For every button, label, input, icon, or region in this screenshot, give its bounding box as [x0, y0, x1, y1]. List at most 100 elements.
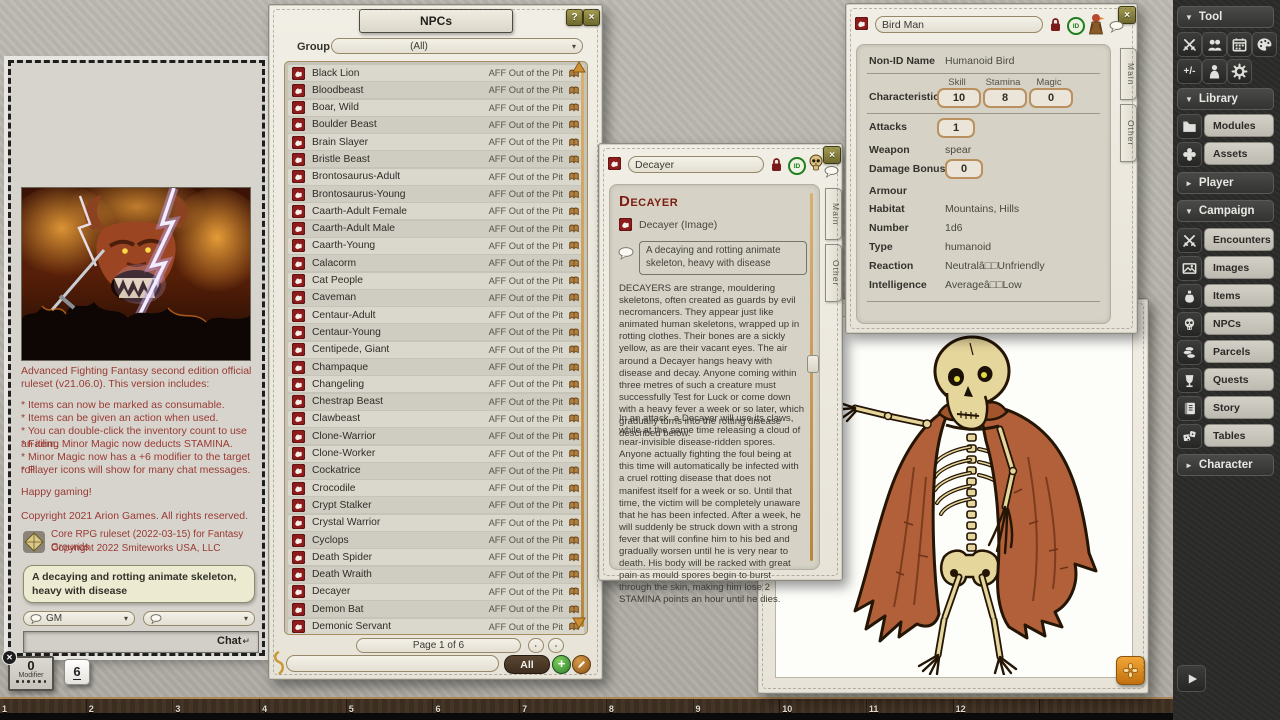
sidebar-item-tables[interactable]: Tables	[1204, 424, 1274, 447]
decayer-record-window[interactable]: × Decayer ID Decayer Decayer (Image) A d…	[598, 143, 843, 581]
sidebar-section-player[interactable]: ► Player	[1177, 172, 1274, 194]
npc-list-item[interactable]: Clone-Worker AFF Out of the Pit	[288, 446, 584, 462]
attacks-value[interactable]: 1	[937, 118, 975, 138]
npc-list-item[interactable]: Black Lion AFF Out of the Pit	[288, 65, 584, 81]
assets-icon-button[interactable]	[1177, 142, 1202, 167]
colors-button[interactable]	[1252, 32, 1277, 57]
module-book-icon[interactable]	[568, 535, 580, 546]
window-title[interactable]: NPCs	[359, 9, 513, 33]
npc-list[interactable]: Black Lion AFF Out of the Pit Bloodbeast…	[284, 61, 588, 635]
effects-button[interactable]	[1202, 59, 1227, 84]
module-book-icon[interactable]	[568, 189, 580, 200]
tokens-button[interactable]	[1177, 32, 1202, 57]
npc-list-item[interactable]: Chestrap Beast AFF Out of the Pit	[288, 394, 584, 410]
sidebar-item-encounters[interactable]: Encounters	[1204, 228, 1274, 251]
linked-record-icon[interactable]	[619, 218, 632, 231]
hotkey-slot[interactable]: 4	[260, 699, 347, 713]
birdman-record-window[interactable]: × Bird Man ID Non-ID Name Humanoid Bird …	[845, 3, 1138, 334]
module-book-icon[interactable]	[568, 240, 580, 251]
sidebar-item-story[interactable]: Story	[1204, 396, 1274, 419]
speech-bubble-icon[interactable]	[1109, 21, 1124, 33]
npc-list-item[interactable]: Boulder Beast AFF Out of the Pit	[288, 117, 584, 133]
module-book-icon[interactable]	[568, 396, 580, 407]
sidebar-item-modules[interactable]: Modules	[1204, 114, 1274, 137]
hotkey-slot[interactable]: 2	[87, 699, 174, 713]
npc-list-item[interactable]: Crocodile AFF Out of the Pit	[288, 480, 584, 496]
module-book-icon[interactable]	[568, 465, 580, 476]
module-book-icon[interactable]	[568, 517, 580, 528]
module-book-icon[interactable]	[568, 448, 580, 459]
npc-list-item[interactable]: Centaur-Adult AFF Out of the Pit	[288, 307, 584, 323]
module-book-icon[interactable]	[568, 292, 580, 303]
npc-list-item[interactable]: Brontosaurus-Adult AFF Out of the Pit	[288, 169, 584, 185]
npc-list-item[interactable]: Death Wraith AFF Out of the Pit	[288, 567, 584, 583]
module-book-icon[interactable]	[568, 552, 580, 563]
tables-icon-button[interactable]	[1177, 424, 1202, 449]
module-book-icon[interactable]	[568, 500, 580, 511]
sidebar-section-character[interactable]: ► Character	[1177, 454, 1274, 476]
npc-list-item[interactable]: Death Spider AFF Out of the Pit	[288, 549, 584, 565]
npc-list-item[interactable]: Caarth-Adult Male AFF Out of the Pit	[288, 221, 584, 237]
skull-portrait-icon[interactable]	[808, 154, 824, 173]
sheet-scrollbar[interactable]	[810, 193, 813, 561]
sidebar-item-assets[interactable]: Assets	[1204, 142, 1274, 165]
hotkey-bar[interactable]: 123456789101112	[0, 697, 1280, 713]
party-sheet-button[interactable]	[1202, 32, 1227, 57]
npc-list-item[interactable]: Bristle Beast AFF Out of the Pit	[288, 151, 584, 167]
npc-list-item[interactable]: Boar, Wild AFF Out of the Pit	[288, 100, 584, 116]
weapon-value[interactable]: spear	[945, 144, 971, 156]
npc-list-scrollbar[interactable]	[581, 67, 584, 627]
d6-die[interactable]: 6	[64, 659, 90, 685]
npc-search-input[interactable]	[286, 655, 499, 672]
encounters-icon-button[interactable]	[1177, 228, 1202, 253]
npc-list-item[interactable]: Clawbeast AFF Out of the Pit	[288, 411, 584, 427]
hotkey-slot[interactable]: 1	[0, 699, 87, 713]
help-button[interactable]: ?	[566, 9, 583, 26]
speaker-dropdown[interactable]: GM ▾	[23, 611, 135, 626]
play-button[interactable]	[1177, 665, 1206, 692]
npc-list-item[interactable]: Brontosaurus-Young AFF Out of the Pit	[288, 186, 584, 202]
npc-list-item[interactable]: Caarth-Adult Female AFF Out of the Pit	[288, 203, 584, 219]
npc-list-item[interactable]: Centaur-Young AFF Out of the Pit	[288, 324, 584, 340]
module-book-icon[interactable]	[568, 379, 580, 390]
parcels-icon-button[interactable]	[1177, 340, 1202, 365]
npc-list-item[interactable]: Crypt Stalker AFF Out of the Pit	[288, 497, 584, 513]
hotkey-slot[interactable]: 3	[173, 699, 260, 713]
npc-list-item[interactable]: Cat People AFF Out of the Pit	[288, 273, 584, 289]
sidebar-item-images[interactable]: Images	[1204, 256, 1274, 279]
module-book-icon[interactable]	[568, 310, 580, 321]
module-book-icon[interactable]	[568, 154, 580, 165]
hotkey-slot[interactable]: 8	[607, 699, 694, 713]
modifier-clear-button[interactable]: ✕	[2, 650, 17, 665]
module-book-icon[interactable]	[568, 569, 580, 580]
close-button[interactable]: ×	[583, 9, 600, 26]
npc-list-item[interactable]: Centipede, Giant AFF Out of the Pit	[288, 342, 584, 358]
skill-value[interactable]: 10	[937, 88, 981, 108]
scroll-up-arrow-icon[interactable]	[572, 61, 586, 73]
image-fit-button[interactable]	[1116, 656, 1145, 685]
intelligence-value[interactable]: Averageâ□□Low	[945, 279, 1022, 291]
add-record-button[interactable]: +	[552, 655, 571, 674]
sidebar-item-parcels[interactable]: Parcels	[1204, 340, 1274, 363]
group-dropdown[interactable]: (All) ▾	[331, 38, 583, 54]
next-page-button[interactable]	[528, 638, 544, 653]
module-book-icon[interactable]	[568, 431, 580, 442]
hotkey-slot[interactable]: 10	[780, 699, 867, 713]
birdman-portrait-icon[interactable]	[1087, 13, 1106, 35]
speech-bubble-icon[interactable]	[824, 166, 839, 178]
module-book-icon[interactable]	[568, 344, 580, 355]
record-name-input[interactable]: Decayer	[628, 156, 764, 173]
npc-list-item[interactable]: Calacorm AFF Out of the Pit	[288, 255, 584, 271]
npc-list-item[interactable]: Brain Slayer AFF Out of the Pit	[288, 134, 584, 150]
filter-all-button[interactable]: All	[504, 655, 550, 674]
magic-value[interactable]: 0	[1029, 88, 1073, 108]
options-button[interactable]	[1227, 59, 1252, 84]
habitat-value[interactable]: Mountains, Hills	[945, 203, 1019, 215]
last-page-button[interactable]	[548, 638, 564, 653]
module-book-icon[interactable]	[568, 258, 580, 269]
damage-bonus-value[interactable]: 0	[945, 159, 983, 179]
non-id-name-value[interactable]: Humanoid Bird	[945, 55, 1014, 67]
npc-list-item[interactable]: Caarth-Young AFF Out of the Pit	[288, 238, 584, 254]
hotkey-slot[interactable]: 9	[694, 699, 781, 713]
record-name-input[interactable]: Bird Man	[875, 16, 1043, 33]
